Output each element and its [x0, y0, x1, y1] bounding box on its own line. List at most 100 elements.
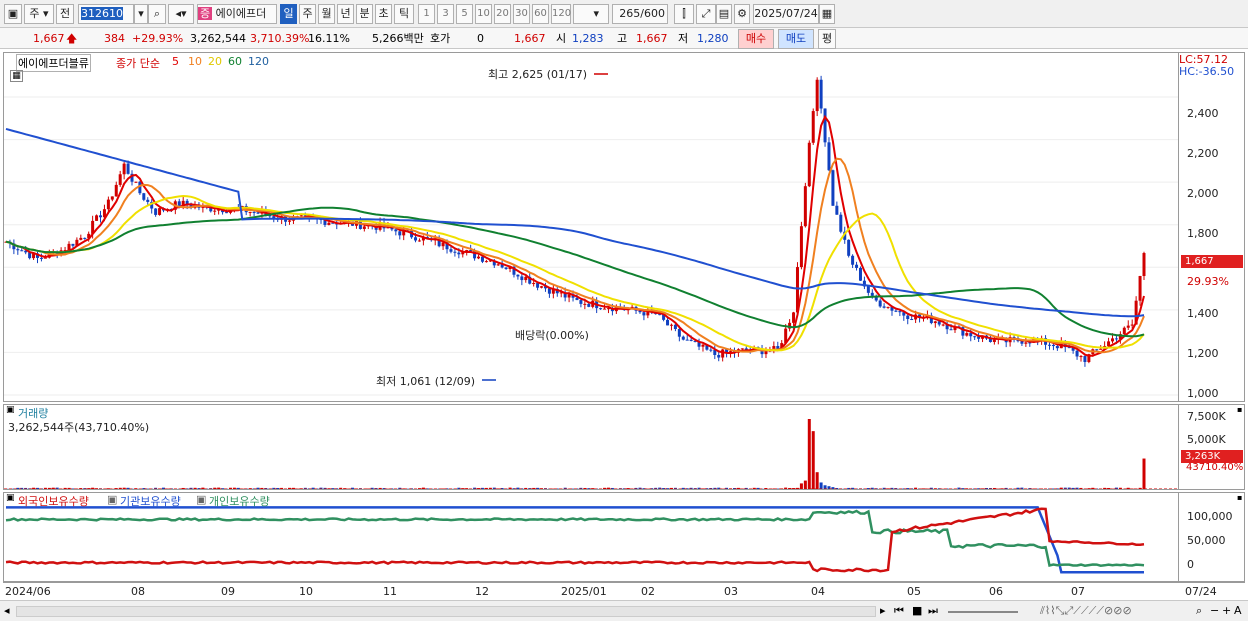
ma10-legend: 10 [188, 55, 202, 68]
holding-panel-icon[interactable]: ▣ [6, 493, 15, 503]
candle-body [878, 300, 882, 307]
candle-body [666, 319, 670, 326]
period-day-button[interactable]: 일 [280, 4, 297, 24]
candle-body [587, 303, 591, 307]
search-icon[interactable]: ⌕ [148, 4, 166, 24]
count-field[interactable]: 265/600 [612, 4, 668, 24]
candle-body [1020, 341, 1024, 344]
candle-body [709, 349, 713, 351]
volume-current-box: 3,263K [1181, 450, 1243, 463]
forward-icon[interactable]: ⏭ [928, 604, 938, 618]
candle-body [158, 208, 162, 215]
period-minute-button[interactable]: 분 [356, 4, 373, 24]
high-annotation: 최고 2,625 (01/17) [488, 68, 588, 81]
interval-60-button[interactable]: 60 [532, 4, 549, 24]
calendar-icon[interactable]: ▦ [819, 4, 835, 24]
rewind-icon[interactable]: ⏮ [894, 604, 904, 618]
candle-body [827, 142, 831, 171]
candle-body [870, 292, 874, 296]
candle-body [457, 252, 461, 255]
drawing-tools-icon[interactable]: ⫽⌇⌇⤡⤢⟋⟋⟋⟋⊘⊘⊘ [1040, 604, 1132, 618]
quote-volume: 3,262,544 [190, 32, 246, 45]
candle-body [142, 193, 146, 200]
candle-body [480, 256, 484, 262]
scroll-left-icon[interactable]: ◂ [4, 604, 10, 617]
candle-body [1122, 327, 1126, 335]
sell-button[interactable]: 매도 [778, 29, 814, 49]
holding-axis[interactable]: 100,000 50,000 0 ▪ [1179, 492, 1245, 582]
volume-panel-icon[interactable]: ▣ [6, 405, 15, 415]
sound-icon[interactable]: ◂▾ [168, 4, 194, 24]
candle-body [831, 170, 835, 206]
interval-120-button[interactable]: 120 [551, 4, 571, 24]
period-month-button[interactable]: 월 [318, 4, 335, 24]
holding-close-icon[interactable]: ▪ [1237, 493, 1242, 502]
holding-y-tick: 0 [1187, 558, 1194, 571]
code-input[interactable]: 312610 [78, 4, 134, 24]
gear-icon[interactable]: ⚙ [734, 4, 750, 24]
price-axis[interactable]: LC:57.12 HC:-36.50 2,400 2,200 2,000 1,8… [1179, 52, 1245, 402]
window-icon[interactable]: ▣ [4, 4, 22, 24]
stop-icon[interactable]: ■ [912, 604, 922, 617]
candle-body [764, 351, 768, 355]
interval-1-button[interactable]: 1 [418, 4, 435, 24]
period-week-button[interactable]: 주 [299, 4, 316, 24]
candle-body [79, 237, 83, 240]
candle-body [835, 205, 839, 215]
avg-button[interactable]: 평 [818, 29, 836, 49]
volume-chart-panel[interactable]: ▣ 거래량 3,262,544주(43,710.40%) [3, 404, 1179, 490]
zoom-out-icon[interactable]: − [1210, 604, 1219, 617]
stock-legend-name[interactable]: 에이에프더블류 [16, 54, 91, 72]
interval-5-button[interactable]: 5 [456, 4, 473, 24]
font-size-icon[interactable]: A [1234, 604, 1242, 617]
volume-y-tick: 5,000K [1187, 433, 1226, 446]
type-select[interactable]: 주 ▾ [24, 4, 54, 24]
period-year-button[interactable]: 년 [337, 4, 354, 24]
prev-button[interactable]: 전 [56, 4, 74, 24]
price-chart [4, 73, 1178, 396]
volume-close-icon[interactable]: ▪ [1237, 405, 1242, 414]
buy-button[interactable]: 매수 [738, 29, 774, 49]
ma60-legend: 60 [228, 55, 242, 68]
candle-body [1083, 356, 1087, 363]
line-tool-icon[interactable]: ⤢ [696, 4, 716, 24]
stock-name-box[interactable]: 증 에이에프더 [197, 4, 277, 24]
hoga-value: 0 [477, 32, 484, 45]
ma5-line [5, 114, 1145, 357]
grid-toggle-icon[interactable]: ▦ [10, 70, 23, 82]
code-dropdown-icon[interactable]: ▾ [134, 4, 148, 24]
price-chart-panel[interactable]: 에이에프더블류 종가 단순 5 10 20 60 120 ▦ 최고 2,625 … [3, 52, 1179, 402]
period-second-button[interactable]: 초 [375, 4, 392, 24]
x-label: 12 [475, 585, 489, 598]
x-label: 2025/01 [561, 585, 607, 598]
interval-30-button[interactable]: 30 [513, 4, 530, 24]
scroll-right-icon[interactable]: ▸ [880, 604, 886, 617]
holding-chart-panel[interactable]: ▣ 외국인보유수량 ▣ 기관보유수량 ▣ 개인보유수량 [3, 492, 1179, 582]
quote-change-pct: +29.93% [132, 32, 184, 45]
zoom-in-icon[interactable]: + [1222, 604, 1231, 617]
period-tick-button[interactable]: 틱 [394, 4, 414, 24]
scroll-track[interactable] [16, 606, 876, 617]
interval-3-button[interactable]: 3 [437, 4, 454, 24]
x-label: 10 [299, 585, 313, 598]
candle-body [1024, 342, 1028, 344]
candle-type-icon[interactable]: ⫿ [674, 4, 694, 24]
zoom-icon[interactable]: ⌕ [1196, 604, 1202, 618]
candle-body [504, 267, 508, 269]
interval-10-button[interactable]: 10 [475, 4, 492, 24]
speed-slider[interactable] [948, 611, 1018, 613]
candle-body [146, 199, 150, 202]
candle-body [992, 339, 996, 342]
candle-body [847, 239, 851, 256]
save-icon[interactable]: ▤ [716, 4, 732, 24]
holding-y-tick: 50,000 [1187, 534, 1226, 547]
candle-body [110, 196, 114, 200]
interval-20-button[interactable]: 20 [494, 4, 511, 24]
low-label: 저 [678, 32, 689, 45]
interval-dropdown[interactable]: ▾ [573, 4, 609, 24]
volume-axis[interactable]: 7,500K 5,000K 43710.40% ▪ [1179, 404, 1245, 490]
ma120-line [5, 127, 1145, 318]
date-field[interactable]: 2025/07/24 [753, 4, 819, 24]
volume-current-pct: 43710.40% [1186, 462, 1244, 473]
current-change-label: 29.93% [1187, 275, 1229, 288]
